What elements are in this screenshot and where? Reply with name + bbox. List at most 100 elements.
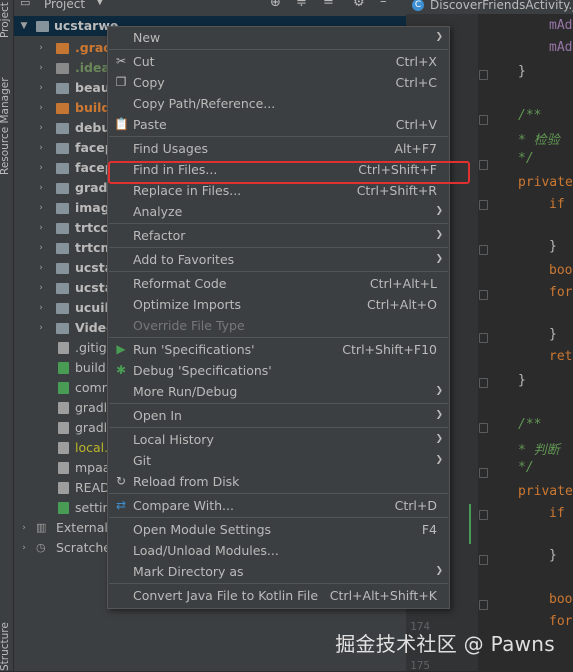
menu-item-reload-from-disk[interactable]: ↻ Reload from Disk xyxy=(108,471,449,492)
folder-icon xyxy=(56,243,69,254)
chevron-down-icon[interactable]: ▼ xyxy=(19,16,29,36)
collapse-all-icon[interactable]: ≐ xyxy=(323,0,334,10)
fold-marker-icon[interactable] xyxy=(479,115,488,125)
line-number: 175 xyxy=(410,659,430,672)
chevron-right-icon[interactable]: › xyxy=(36,178,46,198)
menu-separator xyxy=(109,49,448,50)
menu-item-override-file-type: Override File Type xyxy=(108,315,449,336)
file-icon xyxy=(58,422,69,434)
chevron-right-icon[interactable]: › xyxy=(36,158,46,178)
hide-panel-icon[interactable]: – xyxy=(380,0,387,9)
menu-item-compare-with[interactable]: ⇄ Compare With... Ctrl+D xyxy=(108,495,449,516)
chevron-right-icon[interactable]: › xyxy=(19,538,29,558)
code-line: * 判断 xyxy=(518,443,560,458)
chevron-right-icon[interactable]: › xyxy=(36,258,46,278)
chevron-right-icon[interactable]: › xyxy=(36,98,46,118)
scissors-icon: ✂ xyxy=(115,54,127,68)
chevron-right-icon[interactable]: › xyxy=(36,138,46,158)
folder-icon xyxy=(56,123,69,134)
code-line: } xyxy=(549,239,557,254)
menu-item-shortcut: Alt+F7 xyxy=(394,141,437,156)
code-line: if xyxy=(549,197,565,212)
locate-icon[interactable]: ⊕ xyxy=(270,0,281,10)
chevron-right-icon[interactable]: › xyxy=(36,278,46,298)
chevron-right-icon[interactable]: › xyxy=(36,118,46,138)
menu-item-label: Run 'Specifications' xyxy=(133,342,255,357)
menu-item-analyze[interactable]: Analyze ❯ xyxy=(108,201,449,222)
chevron-right-icon[interactable]: › xyxy=(36,298,46,318)
menu-item-refactor[interactable]: Refactor ❯ xyxy=(108,225,449,246)
editor-tab[interactable]: DiscoverFriendsActivity.ja xyxy=(430,0,573,12)
menu-item-reformat-code[interactable]: Reformat Code Ctrl+Alt+L xyxy=(108,273,449,294)
menu-item-shortcut: Ctrl+C xyxy=(395,75,437,90)
menu-item-run-specifications[interactable]: ▶ Run 'Specifications' Ctrl+Shift+F10 xyxy=(108,339,449,360)
menu-item-debug-specifications[interactable]: ✱ Debug 'Specifications' xyxy=(108,360,449,381)
menu-item-new[interactable]: New ❯ xyxy=(108,27,449,48)
menu-item-label: Mark Directory as xyxy=(133,564,244,579)
submenu-arrow-icon: ❯ xyxy=(435,32,443,42)
chevron-right-icon[interactable]: › xyxy=(36,78,46,98)
chevron-right-icon[interactable]: › xyxy=(36,318,46,338)
run-icon: ▶ xyxy=(116,342,126,356)
menu-separator xyxy=(109,517,448,518)
code-line: if xyxy=(549,506,565,521)
menu-item-open-in[interactable]: Open In ❯ xyxy=(108,405,449,426)
menu-item-load-unload-modules[interactable]: Load/Unload Modules... xyxy=(108,540,449,561)
fold-marker-icon[interactable] xyxy=(479,290,488,300)
debug-icon: ✱ xyxy=(115,363,127,377)
chevron-right-icon[interactable]: › xyxy=(36,198,46,218)
menu-item-find-usages[interactable]: Find Usages Alt+F7 xyxy=(108,138,449,159)
scratches-icon: ◷ xyxy=(36,541,46,554)
menu-item-label: Reload from Disk xyxy=(133,474,240,489)
menu-item-convert-java-file-to-kotlin-file[interactable]: Convert Java File to Kotlin File Ctrl+Alt… xyxy=(108,585,449,606)
menu-item-label: Override File Type xyxy=(133,318,245,333)
folder-icon xyxy=(56,183,69,194)
change-marker xyxy=(469,504,471,544)
project-tool-tab[interactable]: Project xyxy=(0,2,11,38)
fold-marker-icon[interactable] xyxy=(479,510,488,520)
chevron-right-icon[interactable]: › xyxy=(19,518,29,538)
folder-icon xyxy=(56,143,69,154)
folder-icon xyxy=(56,43,69,54)
fold-marker-icon[interactable] xyxy=(479,378,488,388)
chevron-right-icon[interactable]: › xyxy=(36,38,46,58)
menu-item-add-to-favorites[interactable]: Add to Favorites ❯ xyxy=(108,249,449,270)
menu-item-cut[interactable]: ✂ Cut Ctrl+X xyxy=(108,51,449,72)
fold-marker-icon[interactable] xyxy=(479,70,488,80)
fold-marker-icon[interactable] xyxy=(479,160,488,170)
chevron-right-icon[interactable]: › xyxy=(36,218,46,238)
menu-item-git[interactable]: Git ❯ xyxy=(108,450,449,471)
menu-item-copy-path-reference[interactable]: Copy Path/Reference... xyxy=(108,93,449,114)
menu-item-open-module-settings[interactable]: Open Module Settings F4 xyxy=(108,519,449,540)
code-line: */ xyxy=(518,460,534,475)
menu-item-local-history[interactable]: Local History ❯ xyxy=(108,429,449,450)
structure-tool-tab[interactable]: Structure xyxy=(0,622,11,671)
menu-item-optimize-imports[interactable]: Optimize Imports Ctrl+Alt+O xyxy=(108,294,449,315)
menu-separator xyxy=(109,247,448,248)
menu-item-label: Debug 'Specifications' xyxy=(133,363,272,378)
project-panel-header: ▭ Project ▼ ⊕ ≑ ≐ ⚙ – xyxy=(14,0,406,14)
gear-icon[interactable]: ⚙ xyxy=(353,0,365,10)
chevron-right-icon[interactable]: › xyxy=(36,58,46,78)
menu-item-shortcut: F4 xyxy=(421,522,437,537)
fold-marker-icon[interactable] xyxy=(479,555,488,565)
project-panel-title[interactable]: Project xyxy=(44,0,85,11)
file-icon xyxy=(58,342,69,354)
menu-item-more-run-debug[interactable]: More Run/Debug ❯ xyxy=(108,381,449,402)
fold-marker-icon[interactable] xyxy=(479,468,488,478)
menu-item-copy[interactable]: ❐ Copy Ctrl+C xyxy=(108,72,449,93)
folder-icon xyxy=(56,103,69,114)
menu-item-label: Local History xyxy=(133,432,214,447)
fold-marker-icon[interactable] xyxy=(479,245,488,255)
expand-all-icon[interactable]: ≑ xyxy=(296,0,307,10)
fold-marker-icon[interactable] xyxy=(479,200,488,210)
chevron-down-icon[interactable]: ▼ xyxy=(96,0,104,7)
fold-marker-icon[interactable] xyxy=(479,423,488,433)
menu-item-mark-directory-as[interactable]: Mark Directory as ❯ xyxy=(108,561,449,582)
fold-marker-icon[interactable] xyxy=(479,600,488,610)
fold-marker-icon[interactable] xyxy=(479,333,488,343)
menu-item-paste[interactable]: 📋 Paste Ctrl+V xyxy=(108,114,449,135)
chevron-right-icon[interactable]: › xyxy=(36,238,46,258)
resource-manager-tool-tab[interactable]: Resource Manager xyxy=(0,77,11,175)
module-folder-icon xyxy=(36,21,49,32)
